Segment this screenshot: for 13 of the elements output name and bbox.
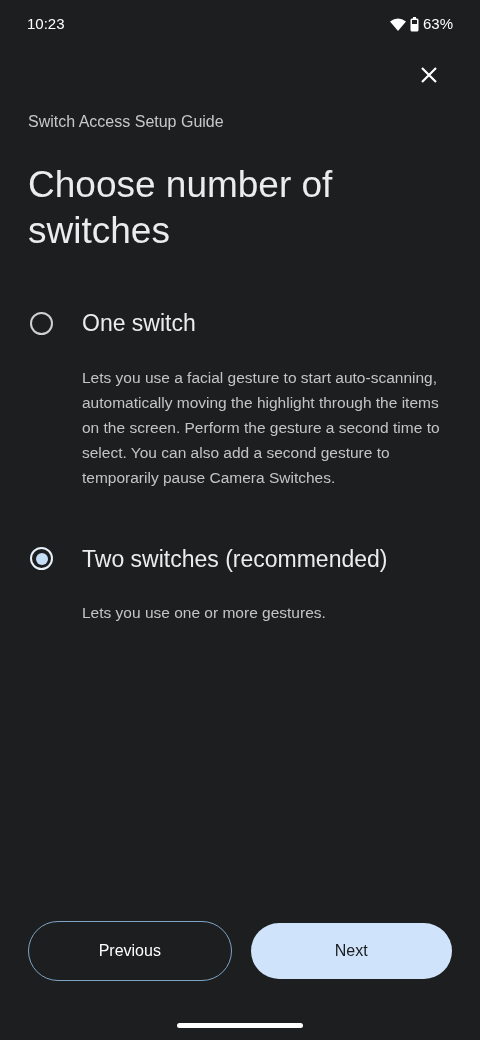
page-title: Choose number of switches: [28, 163, 334, 253]
status-time: 10:23: [27, 13, 65, 34]
option-description: Lets you use a facial gesture to start auto-scanning, automatically moving the highlight through the items on the screen. Perform the gesture a second time to select. You can also add a second gesture to temporarily pause Camera Switches.: [82, 367, 441, 488]
option-label[interactable]: Two switches (recommended): [82, 541, 388, 576]
option-label[interactable]: One switch: [82, 306, 196, 341]
wifi-icon: [389, 17, 406, 31]
battery-percent: 63%: [422, 13, 453, 34]
close-icon: [420, 66, 438, 84]
option-description: Lets you use one or more gestures.: [82, 603, 327, 623]
next-button[interactable]: Next: [250, 923, 452, 979]
radio-button[interactable]: [30, 311, 53, 335]
battery-icon: [409, 16, 419, 32]
setup-guide-label: Switch Access Setup Guide: [28, 112, 225, 132]
